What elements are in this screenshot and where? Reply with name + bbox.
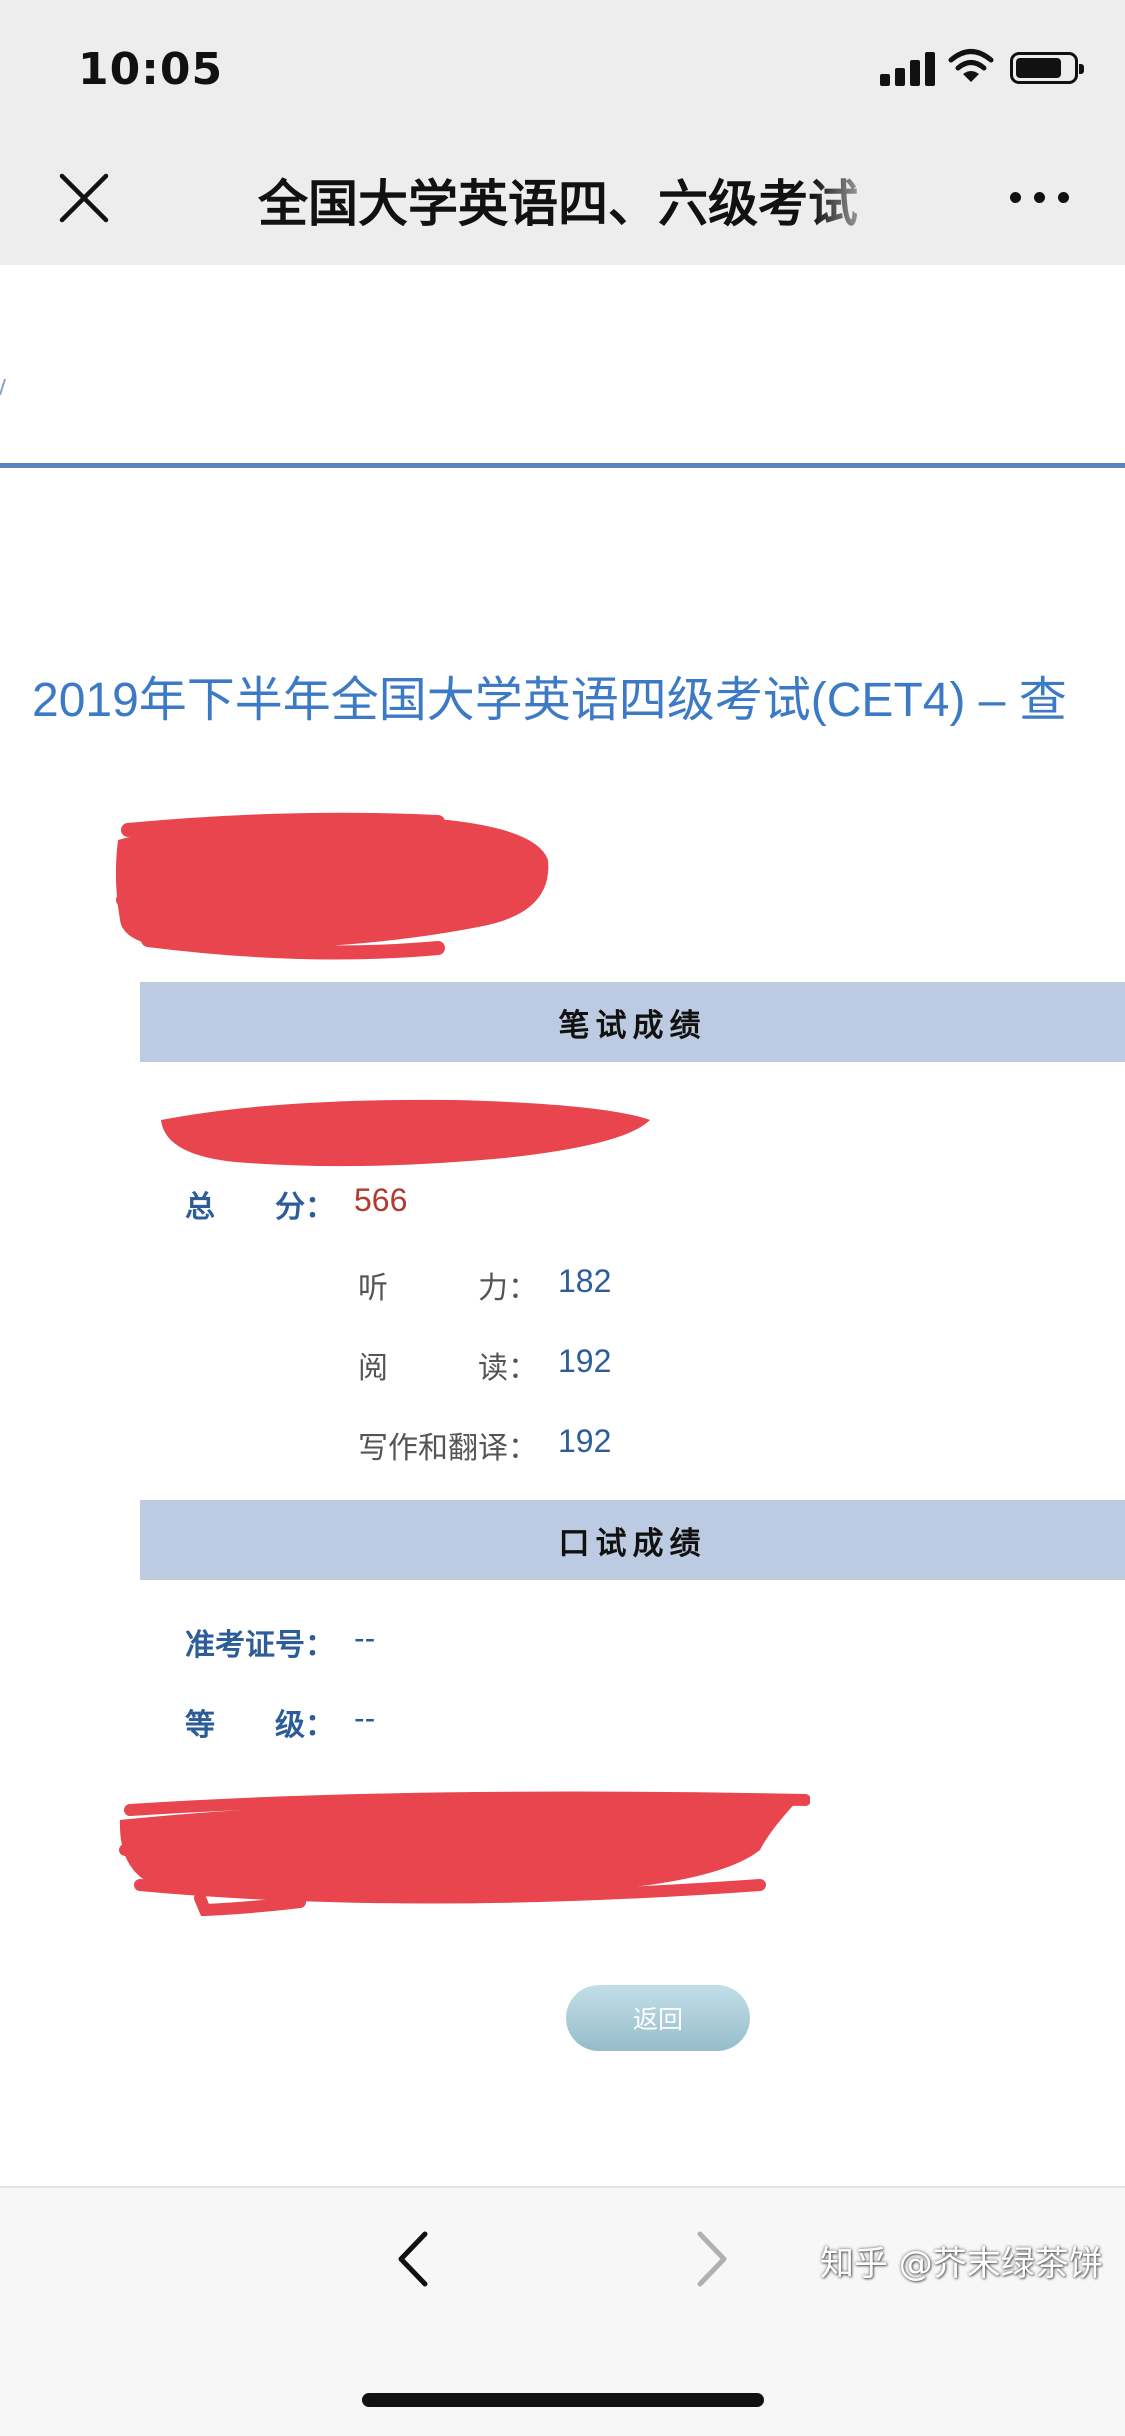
header-edge-mark [0, 378, 6, 396]
chevron-left-icon[interactable] [385, 2226, 445, 2292]
writing-translation-value: 192 [558, 1423, 612, 1459]
grade-value: -- [354, 1700, 376, 1736]
reading-label: 阅 读： [358, 1351, 538, 1386]
exam-id-label: 准考证号： [185, 1628, 335, 1663]
listening-label: 听 力： [358, 1271, 538, 1306]
written-scores-title: 笔试成绩 [558, 1007, 707, 1044]
cellular-signal-icon [880, 50, 936, 86]
home-indicator [362, 2393, 764, 2407]
writing-translation-label: 写作和翻译： [358, 1431, 538, 1466]
site-header [0, 265, 1125, 465]
close-icon[interactable] [56, 170, 112, 226]
oral-scores-title: 口试成绩 [558, 1525, 707, 1562]
back-button[interactable]: 返回 [566, 1985, 750, 2051]
listening-value: 182 [558, 1263, 612, 1299]
page-title: 2019年下半年全国大学英语四级考试(CET4) – 查 [32, 674, 1067, 727]
grade-label: 等 级： [185, 1708, 335, 1743]
back-button-label: 返回 [632, 2005, 683, 2034]
wifi-icon [948, 49, 994, 82]
reading-value: 192 [558, 1343, 612, 1379]
written-scores-header: 笔试成绩 [140, 982, 1125, 1062]
exam-id-value: -- [354, 1620, 376, 1656]
total-score-value: 566 [354, 1182, 408, 1218]
oral-scores-header: 口试成绩 [140, 1500, 1125, 1580]
status-time: 10:05 [78, 44, 224, 95]
redaction-mark [119, 1791, 810, 1917]
battery-icon [1010, 52, 1084, 84]
watermark: 知乎 @芥末绿茶饼 [820, 2244, 1103, 2284]
header-divider [0, 463, 1125, 468]
nav-title: 全国大学英语四、六级考试 [258, 175, 858, 233]
redaction-mark [161, 1099, 650, 1167]
total-score-label: 总 分： [185, 1190, 335, 1225]
redaction-mark [115, 812, 549, 960]
more-icon[interactable] [1010, 186, 1070, 210]
battery-level [1016, 58, 1061, 78]
chevron-right-icon[interactable] [680, 2226, 740, 2292]
